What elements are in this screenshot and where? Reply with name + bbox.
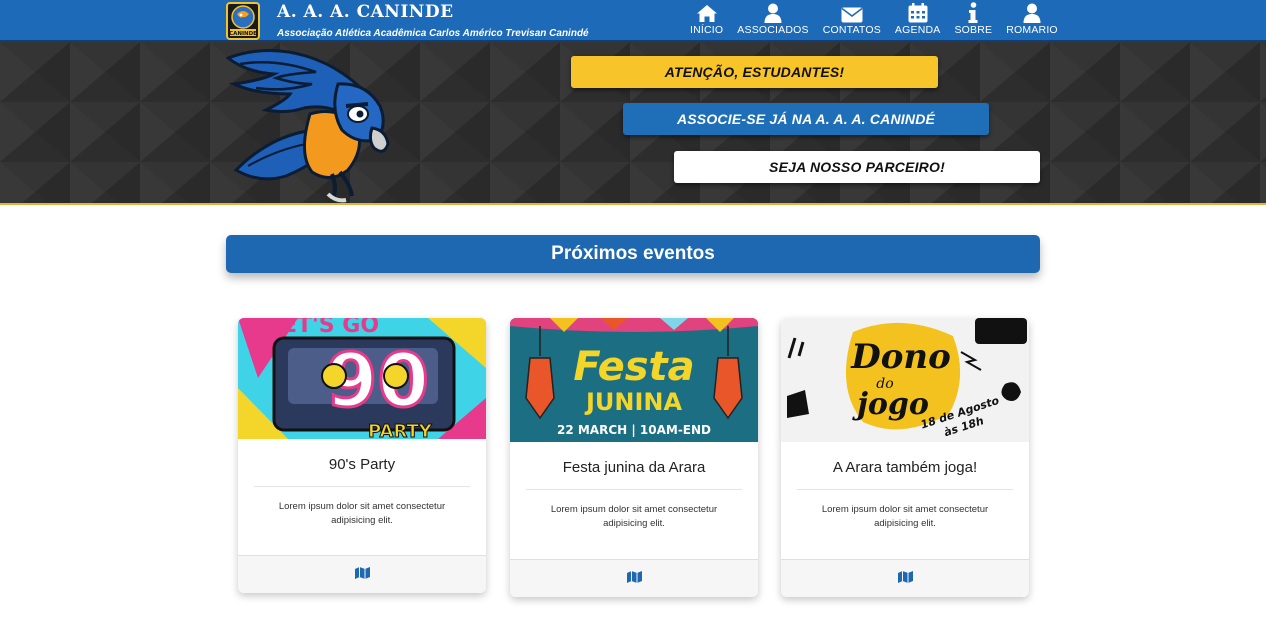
map-icon[interactable] [354,566,370,584]
nav-item-romario[interactable]: ROMARIO [999,0,1065,41]
nav-links: INÍCIO ASSOCIADOS CONTATOS AGENDA SOBRE [683,0,1065,41]
svg-text:Festa: Festa [573,344,694,390]
nav-item-contatos[interactable]: CONTATOS [816,0,888,41]
become-partner-button[interactable]: SEJA NOSSO PARCEIRO! [674,151,1040,183]
nav-label: ROMARIO [1006,24,1058,36]
macaw-mascot [226,48,390,203]
nav-item-sobre[interactable]: SOBRE [947,0,999,41]
card-text: Lorem ipsum dolor sit amet consectetur a… [278,501,446,526]
upcoming-events-title: Próximos eventos [226,235,1040,273]
brand-subtitle: Associação Atlética Acadêmica Carlos Amé… [277,27,589,39]
card-title: Festa junina da Arara [526,442,742,490]
top-navbar: CANINDE A. A. A. CANINDE Associação Atlé… [0,0,1266,42]
attention-students-button[interactable]: ATENÇÃO, ESTUDANTES! [571,56,938,88]
event-image-dono-do-jogo: Dono do jogo 18 de Agosto às 18h [781,318,1029,442]
event-card-festa-junina[interactable]: Festa JUNINA 22 MARCH | 10AM-END Festa j… [510,318,758,597]
svg-text:22 MARCH | 10AM-END: 22 MARCH | 10AM-END [557,423,711,437]
brand[interactable]: CANINDE A. A. A. CANINDE Associação Atlé… [226,0,589,41]
nav-label: INÍCIO [690,24,724,36]
svg-text:jogo: jogo [852,387,929,422]
calendar-icon [906,1,930,23]
envelope-icon [840,1,864,23]
svg-text:Dono: Dono [850,337,951,377]
nav-item-inicio[interactable]: INÍCIO [683,0,730,41]
svg-text:JUNINA: JUNINA [584,388,683,416]
event-image-festa-junina: Festa JUNINA 22 MARCH | 10AM-END [510,318,758,442]
event-card-90s-party[interactable]: LET'S GO 90 PARTY 90's Party Lorem ipsum… [238,318,486,593]
brand-logo: CANINDE [226,1,260,40]
svg-text:CANINDE: CANINDE [229,31,257,37]
home-icon [695,1,719,23]
card-text: Lorem ipsum dolor sit amet consectetur a… [821,504,989,529]
map-icon[interactable] [897,570,913,588]
nav-label: CONTATOS [822,24,881,36]
event-image-90s-party: LET'S GO 90 PARTY [238,318,486,439]
nav-item-associados[interactable]: ASSOCIADOS [730,0,815,41]
card-text: Lorem ipsum dolor sit amet consectetur a… [550,504,718,529]
info-icon [961,1,985,23]
svg-text:LET'S GO: LET'S GO [268,318,379,338]
event-card-arara-joga[interactable]: Dono do jogo 18 de Agosto às 18h A Arara… [781,318,1029,597]
card-footer[interactable] [238,555,486,593]
user-icon [1020,1,1044,23]
nav-label: SOBRE [954,24,993,36]
card-footer[interactable] [510,559,758,597]
user-icon [761,1,785,23]
card-title: A Arara também joga! [797,442,1013,490]
map-icon[interactable] [626,570,642,588]
svg-text:PARTY: PARTY [368,421,433,439]
hero-banner: ATENÇÃO, ESTUDANTES! ASSOCIE-SE JÁ NA A.… [0,42,1266,205]
nav-label: AGENDA [894,24,941,36]
nav-item-agenda[interactable]: AGENDA [888,0,948,41]
associate-now-button[interactable]: ASSOCIE-SE JÁ NA A. A. A. CANINDÉ [623,103,989,135]
card-title: 90's Party [254,439,470,487]
brand-title: A. A. A. CANINDE [277,1,454,22]
card-footer[interactable] [781,559,1029,597]
nav-label: ASSOCIADOS [737,24,809,36]
